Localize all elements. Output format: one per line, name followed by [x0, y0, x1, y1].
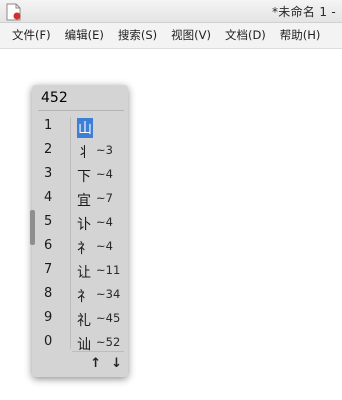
candidate-item[interactable]: 1山	[32, 115, 128, 139]
candidate-code-hint: ~45	[96, 311, 121, 325]
candidate-number: 8	[44, 286, 53, 301]
candidate-item[interactable]: 8 礻 ~34	[32, 283, 128, 307]
candidate-item[interactable]: 9 礼 ~45	[32, 307, 128, 331]
candidate-number: 0	[44, 334, 53, 349]
page-down-icon[interactable]: ↓	[111, 357, 122, 371]
candidate-item[interactable]: 5 讣 ~4	[32, 211, 128, 235]
candidate-number: 4	[44, 190, 53, 205]
candidate-code-hint: ~11	[96, 263, 121, 277]
candidate-number: 6	[44, 238, 53, 253]
menu-file[interactable]: 文件(F)	[0, 23, 58, 48]
preedit-divider	[38, 110, 124, 111]
menu-edit[interactable]: 编辑(E)	[58, 23, 111, 48]
candidate-code-hint: ~4	[96, 239, 113, 253]
pager-divider	[72, 351, 124, 352]
menu-help[interactable]: 帮助(H)	[273, 23, 328, 48]
candidate-number: 7	[44, 262, 53, 277]
candidate-code-hint: ~4	[96, 215, 113, 229]
candidate-item[interactable]: 6 礻 ~4	[32, 235, 128, 259]
candidate-number: 5	[44, 214, 53, 229]
candidate-character: 讣	[77, 217, 91, 233]
candidate-number: 9	[44, 310, 53, 325]
candidate-code-hint: ~52	[96, 335, 121, 349]
title-bar: *未命名 1 -	[0, 0, 342, 23]
menu-document[interactable]: 文档(D)	[218, 23, 273, 48]
candidate-number: 2	[44, 142, 53, 157]
app-document-icon	[6, 3, 22, 21]
menu-view[interactable]: 视图(V)	[164, 23, 218, 48]
candidate-item[interactable]: 7 让 ~11	[32, 259, 128, 283]
candidate-number: 1	[44, 118, 53, 133]
candidate-code-hint: ~7	[96, 191, 113, 205]
candidate-character: 礻	[77, 289, 91, 305]
ime-candidate-panel: 452 1 山 2 丬 ~3 3 下 ~4 4 宜 ~7 5 讣 ~4 6 礻 ~4 7 让 ~11 8 礻 ~34 9 礼 ~4…	[30, 85, 128, 377]
ime-preedit-text: 452	[41, 90, 68, 106]
menu-search[interactable]: 搜索(S)	[111, 23, 164, 48]
candidate-list: 1 山 2 丬 ~3 3 下 ~4 4 宜 ~7 5 讣 ~4 6 礻 ~4 7 让 ~11 8 礻 ~34 9 礼 ~45 0 讪 ~…	[32, 115, 128, 355]
candidate-item[interactable]: 2 丬 ~3	[32, 139, 128, 163]
page-up-icon[interactable]: ↑	[90, 357, 101, 371]
candidate-character: 礼	[77, 313, 91, 329]
candidate-code-hint: ~3	[96, 143, 113, 157]
menu-bar: 文件(F) 编辑(E) 搜索(S) 视图(V) 文档(D) 帮助(H)	[0, 23, 342, 49]
candidate-character: 宜	[77, 193, 91, 209]
candidate-character: 让	[77, 265, 91, 281]
candidate-character: 丬	[77, 145, 91, 161]
candidate-pager: ↑ ↓	[90, 357, 122, 371]
candidate-item[interactable]: 3 下 ~4	[32, 163, 128, 187]
candidate-number: 3	[44, 166, 53, 181]
candidate-code-hint: ~4	[96, 167, 113, 181]
candidate-item[interactable]: 4 宜 ~7	[32, 187, 128, 211]
candidate-character: 礻	[77, 241, 91, 257]
candidate-character: 山	[77, 118, 93, 138]
candidate-character: 下	[77, 169, 91, 185]
candidate-code-hint: ~34	[96, 287, 121, 301]
window-title: *未命名 1 -	[272, 5, 336, 19]
